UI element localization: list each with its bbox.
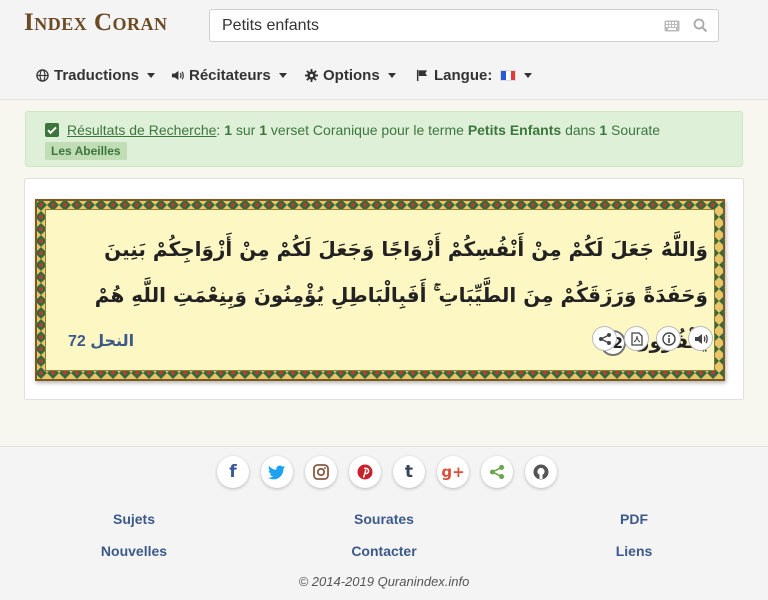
- verse-card: وَاللَّهُ جَعَلَ لَكُمْ مِنْ أَنْفُسِكُم…: [24, 178, 744, 400]
- googleplus-icon[interactable]: g+: [437, 456, 469, 488]
- nav-options[interactable]: Options: [305, 62, 396, 88]
- footer-link-subjects[interactable]: Sujets: [113, 511, 155, 527]
- header: Index Coran Petits enfants Traductions R…: [0, 0, 768, 100]
- search-term: Petits Enfants: [467, 122, 562, 138]
- main-nav: Traductions Récitateurs Options Langue:: [0, 62, 768, 88]
- nav-translations-label: Traductions: [54, 66, 140, 84]
- copyright: © 2014-2019 Quranindex.info: [298, 574, 470, 589]
- globe-icon: [36, 68, 49, 82]
- instagram-icon[interactable]: [305, 456, 337, 488]
- nav-translations[interactable]: Traductions: [36, 62, 156, 88]
- speaker-icon: [694, 333, 708, 344]
- footer-link-pdf[interactable]: PDF: [620, 511, 648, 527]
- footer-link-contact[interactable]: Contacter: [351, 543, 416, 559]
- speaker-icon: [171, 70, 184, 80]
- pdf-button[interactable]: [624, 326, 649, 351]
- keyboard-icon[interactable]: [664, 19, 680, 37]
- audio-button[interactable]: [688, 326, 713, 351]
- facebook-icon[interactable]: f: [217, 456, 249, 488]
- surah-badge[interactable]: Les Abeilles: [45, 142, 127, 160]
- chevron-down-icon: [278, 72, 287, 78]
- footer-link-news[interactable]: Nouvelles: [101, 543, 167, 559]
- info-button[interactable]: [656, 326, 681, 351]
- social-links: f t g+: [217, 456, 557, 488]
- verse-frame: وَاللَّهُ جَعَلَ لَكُمْ مِنْ أَنْفُسِكُم…: [35, 199, 725, 381]
- nav-language[interactable]: Langue:: [416, 62, 533, 88]
- search-input[interactable]: [210, 10, 650, 41]
- chevron-down-icon: [387, 72, 396, 78]
- flag-icon: [416, 69, 428, 81]
- results-summary: Résultats de Recherche: 1 sur 1 verset C…: [67, 122, 661, 138]
- footer: f t g+ Sujets Sourates PDF Nouvelles Con…: [0, 446, 768, 600]
- nav-options-label: Options: [323, 66, 380, 84]
- share-icon: [598, 332, 611, 345]
- check-icon: [45, 123, 59, 137]
- twitter-icon[interactable]: [261, 456, 293, 488]
- site-logo[interactable]: Index Coran: [24, 9, 168, 37]
- verse-panel: وَاللَّهُ جَعَلَ لَكُمْ مِنْ أَنْفُسِكُم…: [45, 209, 715, 371]
- nav-reciters[interactable]: Récitateurs: [171, 62, 287, 88]
- search-icon[interactable]: [693, 18, 708, 38]
- pdf-icon: [630, 331, 643, 346]
- chevron-down-icon: [147, 72, 156, 78]
- share-icon[interactable]: [481, 456, 513, 488]
- verse-actions: [592, 326, 713, 351]
- tumblr-icon[interactable]: t: [393, 456, 425, 488]
- chevron-down-icon: [524, 72, 533, 78]
- french-flag-icon: [500, 69, 517, 81]
- search-box[interactable]: [209, 9, 719, 42]
- nav-language-label: Langue:: [434, 66, 493, 84]
- pinterest-icon[interactable]: [349, 456, 381, 488]
- gear-icon: [305, 68, 318, 82]
- share-button[interactable]: [592, 326, 617, 351]
- github-icon[interactable]: [525, 456, 557, 488]
- footer-link-surahs[interactable]: Sourates: [354, 511, 414, 527]
- nav-reciters-label: Récitateurs: [189, 66, 271, 84]
- verse-reference[interactable]: النحل 72: [68, 331, 134, 351]
- search-results-alert: Résultats de Recherche: 1 sur 1 verset C…: [25, 111, 743, 167]
- footer-link-links[interactable]: Liens: [616, 543, 653, 559]
- results-link[interactable]: Résultats de Recherche: [67, 122, 216, 138]
- info-icon: [661, 331, 676, 346]
